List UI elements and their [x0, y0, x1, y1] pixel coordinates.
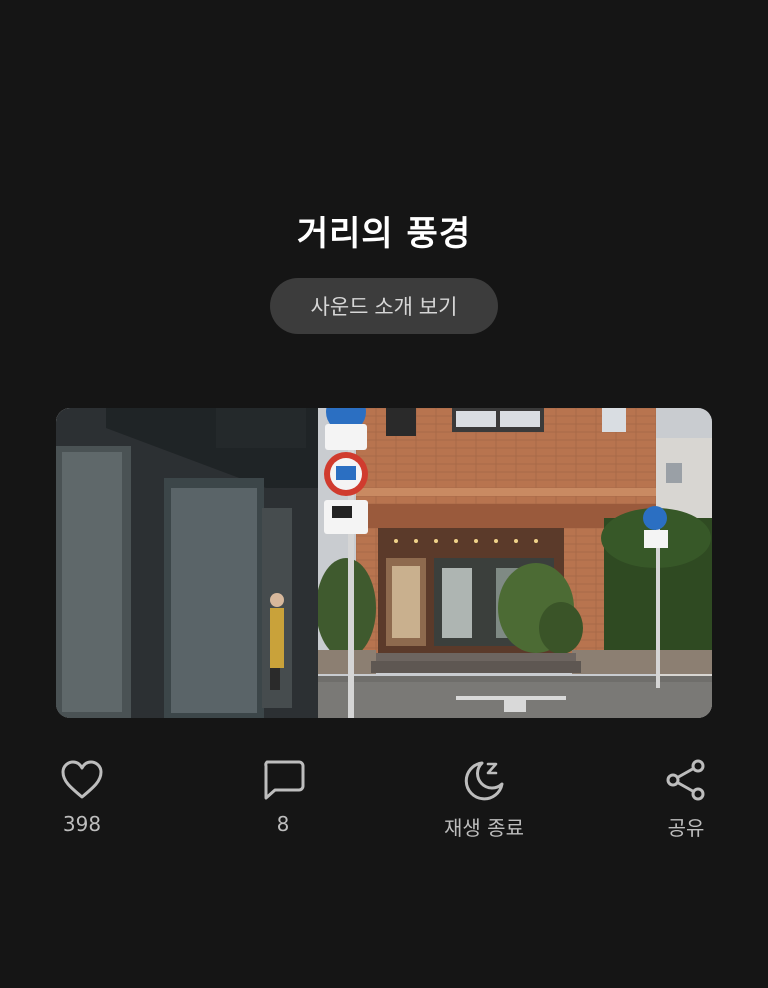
- like-count: 398: [62, 812, 102, 836]
- comment-icon[interactable]: [259, 756, 307, 804]
- share-action[interactable]: 공유: [626, 756, 746, 841]
- action-bar: 398 8 재생 종료 공유: [0, 756, 768, 856]
- comment-count: 8: [276, 812, 290, 836]
- sound-intro-button[interactable]: 사운드 소개 보기: [270, 278, 498, 334]
- like-action[interactable]: 398: [22, 756, 142, 836]
- page-title: 거리의 풍경: [296, 214, 472, 254]
- heart-icon[interactable]: [58, 756, 106, 804]
- share-label: 공유: [667, 816, 705, 840]
- comment-action[interactable]: 8: [223, 756, 343, 836]
- player-screen: 거리의 풍경 사운드 소개 보기 398 8 재생 종료 공유: [0, 0, 768, 988]
- sleep-timer-icon[interactable]: [460, 756, 508, 804]
- cover-photo: [56, 408, 712, 718]
- share-icon[interactable]: [662, 756, 710, 804]
- sleep-timer-label: 재생 종료: [444, 816, 524, 840]
- sleep-timer-action[interactable]: 재생 종료: [424, 756, 544, 841]
